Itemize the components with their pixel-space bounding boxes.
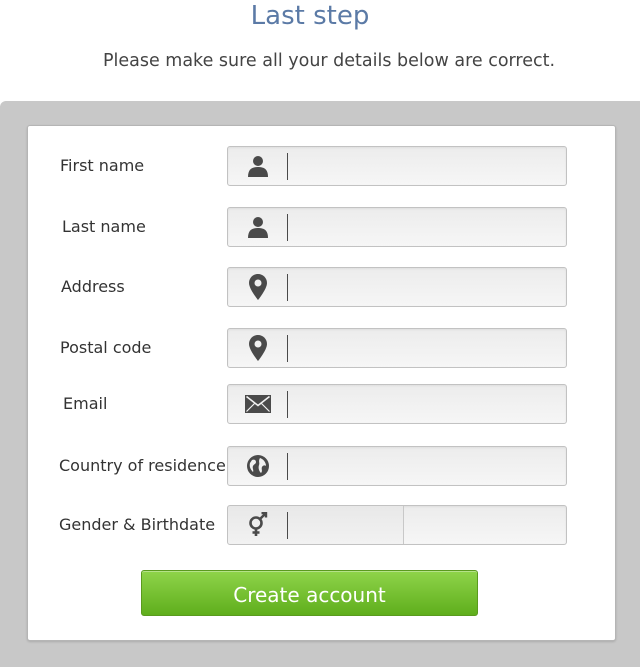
country-field[interactable] (227, 446, 567, 486)
user-icon (228, 147, 287, 185)
address-row: Address (28, 266, 615, 308)
gender-birthdate-field (227, 505, 568, 545)
envelope-icon (228, 385, 287, 423)
address-label: Address (61, 277, 125, 296)
country-input[interactable] (292, 449, 566, 483)
first-name-row: First name (28, 145, 615, 187)
field-divider (287, 335, 288, 362)
gender-icon (228, 506, 287, 544)
globe-icon (228, 447, 287, 485)
location-pin-icon (228, 268, 287, 306)
first-name-input[interactable] (292, 149, 566, 183)
country-row: Country of residence (28, 445, 615, 487)
field-divider (287, 274, 288, 301)
email-label: Email (63, 394, 108, 413)
last-name-row: Last name (28, 206, 615, 248)
field-divider (287, 512, 288, 539)
field-divider (287, 453, 288, 480)
location-pin-icon (228, 329, 287, 367)
field-divider (287, 153, 288, 180)
user-icon (228, 208, 287, 246)
page-subtitle: Please make sure all your details below … (102, 51, 556, 71)
field-divider (287, 391, 288, 418)
postal-code-field[interactable] (227, 328, 567, 368)
signup-form: First name Last name Address Postal code… (27, 125, 616, 641)
postal-code-input[interactable] (292, 331, 566, 365)
postal-code-row: Postal code (28, 327, 615, 369)
signup-page: Last step Please make sure all your deta… (0, 0, 640, 667)
gender-input[interactable] (292, 508, 404, 542)
field-split (403, 506, 404, 544)
last-name-input[interactable] (292, 210, 566, 244)
gender-birthdate-label: Gender & Birthdate (59, 515, 216, 534)
field-divider (287, 214, 288, 241)
first-name-field[interactable] (227, 146, 567, 186)
last-name-label: Last name (62, 217, 146, 236)
email-field[interactable] (227, 384, 567, 424)
first-name-label: First name (60, 156, 145, 175)
address-input[interactable] (292, 270, 566, 304)
email-input[interactable] (292, 387, 566, 421)
country-label: Country of residence (59, 456, 226, 475)
page-title: Last step (250, 1, 370, 31)
create-account-button[interactable]: Create account (141, 570, 478, 616)
birthdate-input[interactable] (406, 508, 568, 542)
last-name-field[interactable] (227, 207, 567, 247)
gender-birthdate-row: Gender & Birthdate (28, 504, 615, 546)
postal-code-label: Postal code (60, 338, 152, 357)
address-field[interactable] (227, 267, 567, 307)
email-row: Email (28, 383, 615, 425)
